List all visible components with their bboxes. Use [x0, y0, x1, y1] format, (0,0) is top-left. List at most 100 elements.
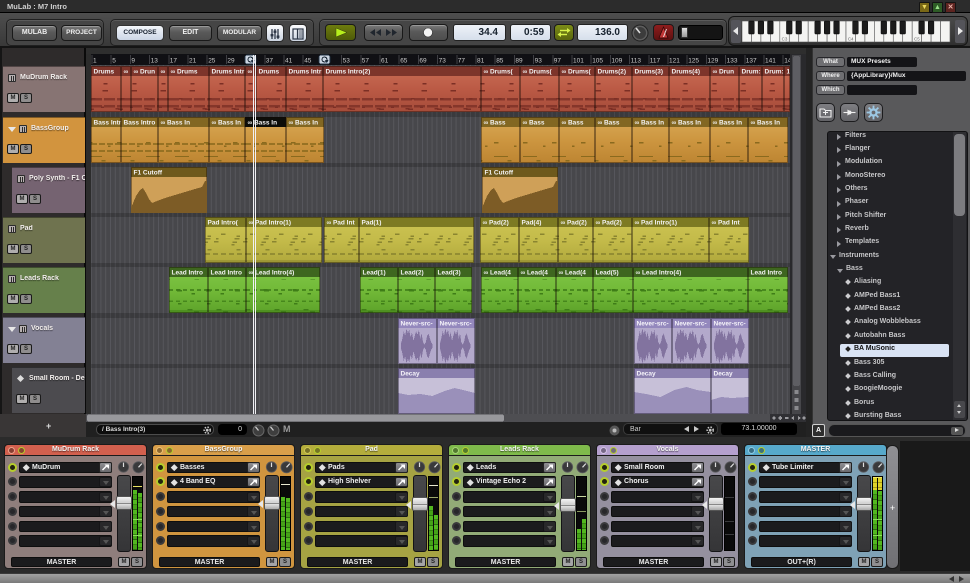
svg-text:Drums Intr: Drums Intr	[212, 69, 245, 76]
svg-text:Lead(1): Lead(1)	[363, 270, 386, 277]
svg-text:109: 109	[611, 58, 622, 65]
svg-text:Never-src-: Never-src-	[714, 321, 746, 328]
svg-text:53: 53	[343, 58, 351, 65]
svg-text:F1 Cutoff: F1 Cutoff	[485, 170, 514, 177]
svg-text:∞ Drums(: ∞ Drums(	[484, 69, 514, 76]
svg-text:∞ Bass In: ∞ Bass In	[289, 120, 319, 127]
svg-text:5: 5	[112, 58, 116, 65]
svg-text:Drums(3): Drums(3)	[635, 69, 664, 76]
svg-text:∞ Pad(2): ∞ Pad(2)	[483, 220, 509, 227]
svg-text:Never-src-: Never-src-	[637, 321, 669, 328]
svg-text:Pad Intro(: Pad Intro(	[208, 220, 239, 227]
svg-text:Drums Intro(2): Drums Intro(2)	[326, 69, 371, 76]
svg-text:∞ Bass: ∞ Bass	[484, 120, 506, 127]
svg-text:Lead(3): Lead(3)	[438, 270, 461, 277]
svg-text:Lead(2): Lead(2)	[401, 270, 424, 277]
svg-text:81: 81	[477, 58, 485, 65]
svg-text:∞ Lead(4: ∞ Lead(4	[559, 270, 587, 277]
svg-text:∞ Bass In: ∞ Bass In	[212, 120, 242, 127]
svg-text:Drums: Drums	[259, 69, 280, 76]
svg-text:∞: ∞	[161, 69, 166, 76]
svg-text:45: 45	[304, 58, 312, 65]
svg-text:C4: C4	[848, 37, 854, 42]
svg-text:∞ Bass In: ∞ Bass In	[635, 120, 665, 127]
svg-text:Drums Intr: Drums Intr	[289, 69, 322, 76]
svg-text:Decay: Decay	[401, 371, 421, 378]
svg-text:121: 121	[669, 58, 680, 65]
svg-text:∞: ∞	[248, 69, 253, 76]
svg-text:∞ Bass In: ∞ Bass In	[248, 120, 278, 127]
svg-text:77: 77	[458, 58, 466, 65]
svg-text:137: 137	[746, 58, 757, 65]
svg-text:∞ Pad(2): ∞ Pad(2)	[561, 220, 587, 227]
svg-text:Pad(4): Pad(4)	[522, 220, 542, 227]
svg-text:C5: C5	[914, 37, 920, 42]
svg-text:∞: ∞	[124, 69, 129, 76]
svg-text:Pad(1): Pad(1)	[362, 220, 382, 227]
svg-text:∞ Pad(2): ∞ Pad(2)	[596, 220, 622, 227]
svg-text:∞ Bass: ∞ Bass	[598, 120, 620, 127]
svg-text:125: 125	[688, 58, 699, 65]
svg-text:∞ Drums(: ∞ Drums(	[562, 69, 592, 76]
svg-text:61: 61	[381, 58, 389, 65]
svg-text:∞ Pad Intro(1): ∞ Pad Intro(1)	[635, 220, 678, 227]
svg-text:29: 29	[227, 58, 235, 65]
svg-text:∞ Lead(4: ∞ Lead(4	[484, 270, 512, 277]
svg-text:Lead Intro: Lead Intro	[172, 270, 203, 277]
svg-text:Never-src-: Never-src-	[675, 321, 707, 328]
svg-text:Drums(2): Drums(2)	[598, 69, 627, 76]
svg-text:Lead Intro: Lead Intro	[751, 270, 782, 277]
svg-text:41: 41	[285, 58, 293, 65]
svg-text:∞ Bass In: ∞ Bass In	[161, 120, 191, 127]
svg-text:Drum:: Drum:	[742, 69, 761, 76]
svg-text:129: 129	[707, 58, 718, 65]
svg-text:101: 101	[573, 58, 584, 65]
svg-text:∞ Lead Intro(4): ∞ Lead Intro(4)	[636, 270, 682, 277]
svg-text:9: 9	[131, 58, 135, 65]
svg-text:Drums(4): Drums(4)	[672, 69, 701, 76]
svg-text:97: 97	[554, 58, 562, 65]
svg-text:∞ Lead(4: ∞ Lead(4	[521, 270, 549, 277]
svg-text:69: 69	[419, 58, 427, 65]
svg-text:∞ Pad Int: ∞ Pad Int	[327, 220, 356, 227]
svg-text:133: 133	[727, 58, 738, 65]
svg-text:∞ Drums: ∞ Drums	[171, 69, 198, 76]
svg-text:∞ Bass: ∞ Bass	[523, 120, 545, 127]
svg-text:21: 21	[189, 58, 197, 65]
svg-text:85: 85	[496, 58, 504, 65]
svg-text:Never-src-: Never-src-	[440, 321, 472, 328]
svg-text:∞ Drun: ∞ Drun	[713, 69, 735, 76]
svg-text:1: 1	[93, 58, 97, 65]
svg-text:∞ Bass In: ∞ Bass In	[672, 120, 702, 127]
svg-text:∞ Bass In: ∞ Bass In	[751, 120, 781, 127]
svg-text:13: 13	[151, 58, 159, 65]
svg-text:∞ Pad Int: ∞ Pad Int	[712, 220, 741, 227]
svg-text:Decay: Decay	[714, 371, 734, 378]
svg-text:∞ Drun: ∞ Drun	[134, 69, 156, 76]
svg-text:Lead(5): Lead(5)	[596, 270, 619, 277]
svg-text:∞ Bass: ∞ Bass	[562, 120, 584, 127]
svg-text:Bass Intro: Bass Intro	[124, 120, 156, 127]
svg-text:93: 93	[535, 58, 543, 65]
svg-text:117: 117	[650, 58, 661, 65]
svg-text:Drum:: Drum:	[765, 69, 784, 76]
svg-text:F1 Cutoff: F1 Cutoff	[134, 170, 163, 177]
svg-text:Drums: Drums	[94, 69, 115, 76]
svg-text:25: 25	[208, 58, 216, 65]
svg-text:65: 65	[400, 58, 408, 65]
svg-text:141: 141	[765, 58, 776, 65]
svg-text:113: 113	[631, 58, 642, 65]
svg-text:37: 37	[266, 58, 274, 65]
svg-text:89: 89	[515, 58, 523, 65]
svg-text:C3: C3	[782, 37, 788, 42]
svg-text:Decay: Decay	[637, 371, 657, 378]
svg-text:105: 105	[592, 58, 603, 65]
svg-text:Lead Intro: Lead Intro	[211, 270, 242, 277]
svg-text:57: 57	[362, 58, 370, 65]
svg-text:Never-src-: Never-src-	[401, 321, 433, 328]
svg-text:∞ Pad Intro(1): ∞ Pad Intro(1)	[249, 220, 292, 227]
svg-text:∞ Bass In: ∞ Bass In	[713, 120, 743, 127]
svg-text:73: 73	[439, 58, 447, 65]
svg-text:∞ Drums(: ∞ Drums(	[523, 69, 553, 76]
svg-text:17: 17	[170, 58, 178, 65]
